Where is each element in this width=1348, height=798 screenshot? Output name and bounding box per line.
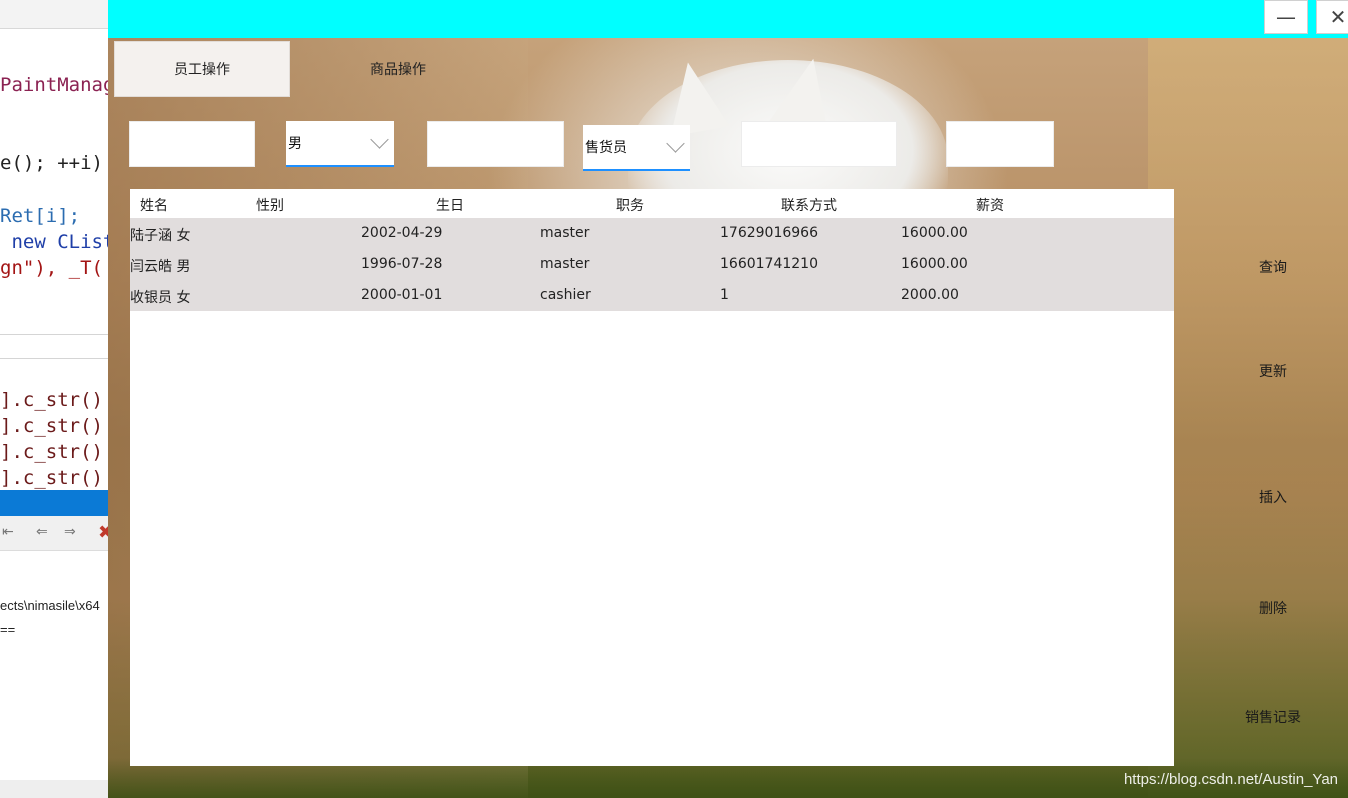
cell-birthday: 2000-01-01 [361,287,443,303]
toolbar-icon[interactable]: ⇤ [2,524,14,540]
code-line: ].c_str() [0,467,103,489]
table-row[interactable]: 陆子涵 女 2002-04-29 master 17629016966 1600… [130,218,1174,249]
position-select-value: 售货员 [585,140,627,156]
ide-output-toolbar: ⇤ ⇐ ⇒ ✖ [0,516,110,551]
toolbar-icon[interactable]: ⇐ [36,524,48,540]
minimize-button[interactable]: — [1264,0,1308,34]
cell-name-gender: 陆子涵 女 [130,228,191,244]
code-line: ].c_str() [0,441,103,463]
employee-table[interactable]: 姓名 性别 生日 职务 联系方式 薪资 陆子涵 女 2002-04-29 mas… [130,189,1174,766]
cell-salary: 16000.00 [901,225,968,241]
query-button[interactable]: 查询 [1228,257,1318,277]
tab-label: 商品操作 [370,62,426,78]
code-line: new CList [0,231,110,253]
toolbar-icon[interactable]: ⇒ [64,524,76,540]
tab-product-ops[interactable]: 商品操作 [318,41,478,97]
divider [0,334,110,335]
column-header-position[interactable]: 职务 [616,195,644,215]
column-header-name[interactable]: 姓名 [140,195,168,215]
cell-contact: 1 [720,287,729,303]
column-header-salary[interactable]: 薪资 [976,195,1004,215]
code-line: Ret[i]; [0,205,81,227]
table-body: 陆子涵 女 2002-04-29 master 17629016966 1600… [130,218,1174,311]
output-line: == [0,622,16,637]
background-photo [1148,38,1348,798]
output-line: ects\nimasile\x64 [0,598,100,613]
cell-position: master [540,256,590,272]
code-line: ].c_str() [0,389,103,411]
title-bar[interactable] [108,0,1348,38]
table-row[interactable]: 闫云皓 男 1996-07-28 master 16601741210 1600… [130,249,1174,280]
cell-salary: 16000.00 [901,256,968,272]
cell-contact: 17629016966 [720,225,818,241]
close-button[interactable]: ✕ [1316,0,1348,34]
column-header-contact[interactable]: 联系方式 [781,195,837,215]
column-header-gender[interactable]: 性别 [256,195,284,215]
background-ide-window: PaintManag e(); ++i) Ret[i]; new CList g… [0,0,110,798]
code-line: ].c_str() [0,415,103,437]
code-line: gn"), _T( [0,257,103,279]
cell-name-gender: 收银员 女 [130,290,191,306]
minimize-icon: — [1276,5,1296,29]
update-button[interactable]: 更新 [1228,361,1318,381]
divider [0,358,110,359]
salary-input[interactable] [946,121,1054,167]
cell-birthday: 2002-04-29 [361,225,443,241]
chevron-down-icon [370,130,389,149]
cell-position: cashier [540,287,591,303]
code-line: PaintManag [0,74,110,96]
close-icon: ✕ [1329,5,1347,29]
watermark: https://blog.csdn.net/Austin_Yan [1123,771,1338,788]
ide-tab-strip [0,0,110,29]
tab-label: 员工操作 [174,62,230,78]
gender-select[interactable]: 男 [286,121,394,167]
table-header: 姓名 性别 生日 职务 联系方式 薪资 [130,189,1174,218]
gender-select-value: 男 [288,136,302,152]
cell-contact: 16601741210 [720,256,818,272]
position-select[interactable]: 售货员 [583,125,690,171]
cell-birthday: 1996-07-28 [361,256,443,272]
contact-input[interactable] [741,121,897,167]
ide-output-header [0,490,110,516]
column-header-birthday[interactable]: 生日 [436,195,464,215]
tab-employee-ops[interactable]: 员工操作 [114,41,290,97]
ide-status-bar [0,780,110,798]
name-input[interactable] [129,121,255,167]
cell-salary: 2000.00 [901,287,959,303]
insert-button[interactable]: 插入 [1228,487,1318,507]
cell-position: master [540,225,590,241]
birthday-input[interactable] [427,121,564,167]
employee-management-window: — ✕ 员工操作 商品操作 男 售货员 姓名 性别 生日 职务 联系方式 薪资 … [108,0,1348,798]
sales-record-button[interactable]: 销售记录 [1228,707,1318,727]
delete-button[interactable]: 删除 [1228,598,1318,618]
cell-name-gender: 闫云皓 男 [130,259,191,275]
chevron-down-icon [666,134,685,153]
code-line: e(); ++i) [0,152,103,174]
table-row[interactable]: 收银员 女 2000-01-01 cashier 1 2000.00 [130,280,1174,311]
